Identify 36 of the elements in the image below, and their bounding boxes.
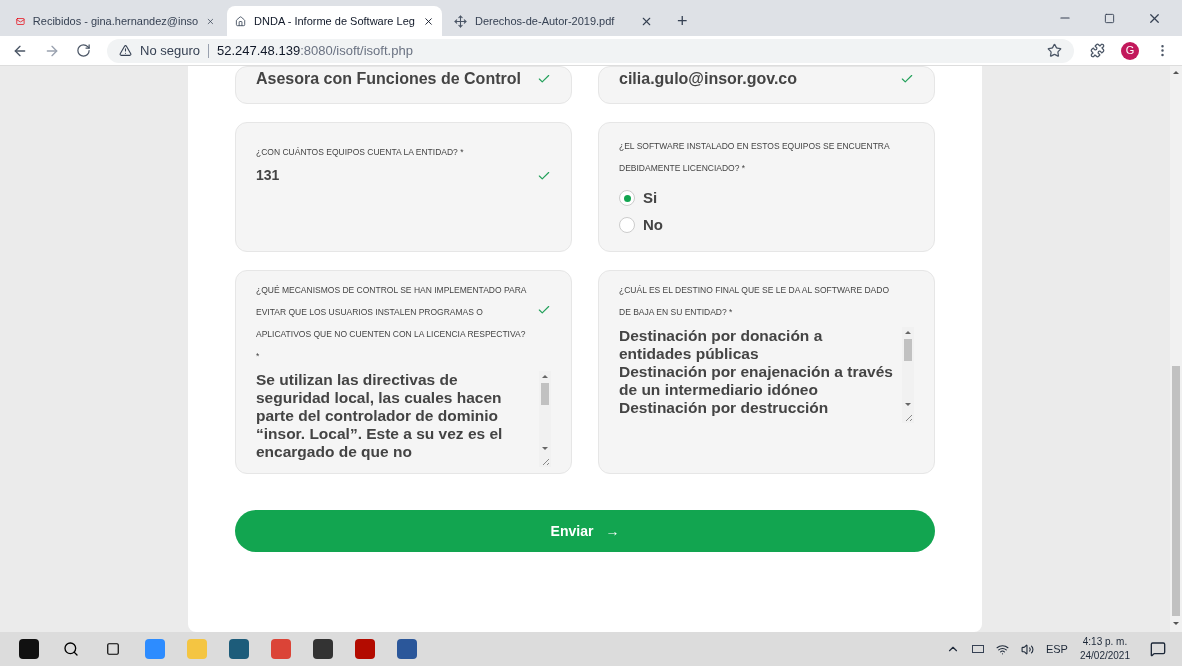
tab-title: Derechos-de-Autor-2019.pdf bbox=[475, 13, 616, 29]
url-text: 52.247.48.139:8080/isoft/isoft.php bbox=[217, 41, 413, 60]
input-field[interactable]: 131 bbox=[256, 165, 551, 186]
star-icon[interactable] bbox=[1047, 43, 1062, 58]
browser-tab[interactable]: DNDA - Informe de Software Leg bbox=[227, 6, 442, 36]
reload-icon[interactable] bbox=[76, 43, 91, 58]
profile-avatar[interactable]: G bbox=[1121, 41, 1139, 60]
security-label: No seguro bbox=[140, 41, 200, 60]
tab-title: Recibidos - gina.hernandez@inso bbox=[32, 13, 199, 29]
input-field[interactable]: cilia.gulo@insor.gov.co bbox=[619, 67, 914, 91]
clock[interactable]: 4:13 p. m. 24/02/2021 bbox=[1079, 635, 1130, 663]
text-area[interactable]: Se utilizan las directivas de seguridad local, las cuales hacen parte del controlador de dominio “insor. Local”. Este a su vez es el encargado de que no bbox=[256, 371, 551, 473]
field-label: ¿QUÉ MECANISMOS DE CONTROL SE HAN IMPLEMENTADO PARA EVITAR QUE LOS USUARIOS INSTALEN PROGRAMAS O APLICATIVOS QUE NO CUENTEN CON LA LICENCIA RESPECTIVA? * bbox=[256, 284, 528, 363]
warning-icon bbox=[119, 44, 132, 57]
notification-icon[interactable] bbox=[1150, 641, 1166, 657]
tab-icon bbox=[235, 14, 247, 28]
extensions-icon[interactable] bbox=[1090, 43, 1105, 58]
wifi-icon[interactable] bbox=[995, 642, 1009, 656]
radio-button[interactable] bbox=[619, 190, 635, 207]
text-area[interactable]: Destinación por donación a entidades públicas Destinación por enajenación a través de un intermediario idóneo Destinación por destrucción bbox=[619, 327, 914, 473]
tab-title: DNDA - Informe de Software Leg bbox=[254, 13, 415, 29]
radio-option[interactable]: Si bbox=[619, 187, 914, 210]
browser-tab[interactable]: Derechos-de-Autor-2019.pdf bbox=[446, 6, 661, 36]
browser-tab[interactable]: Recibidos - gina.hernandez@inso bbox=[8, 6, 223, 36]
radio-option[interactable]: No bbox=[619, 213, 914, 236]
radio-button[interactable] bbox=[619, 216, 635, 233]
address-bar[interactable]: No seguro 52.247.48.139:8080/isoft/isoft.php bbox=[107, 38, 1074, 63]
input-field[interactable]: Asesora con Funciones de Control bbox=[256, 67, 551, 91]
field-label: ¿CON CUÁNTOS EQUIPOS CUENTA LA ENTIDAD? * bbox=[256, 146, 465, 159]
language-indicator[interactable]: ESP bbox=[1045, 640, 1068, 658]
restore-icon[interactable] bbox=[1104, 12, 1115, 24]
new-tab-button[interactable]: + bbox=[665, 6, 700, 36]
tab-icon bbox=[454, 14, 467, 28]
field-label: ¿EL SOFTWARE INSTALADO EN ESTOS EQUIPOS SE ENCUENTRA DEBIDAMENTE LICENCIADO? * bbox=[619, 140, 891, 175]
field-label: ¿CUÁL ES EL DESTINO FINAL QUE SE LE DA AL SOFTWARE DADO DE BAJA EN SU ENTIDAD? * bbox=[619, 284, 891, 319]
speaker-icon[interactable] bbox=[1020, 642, 1034, 656]
